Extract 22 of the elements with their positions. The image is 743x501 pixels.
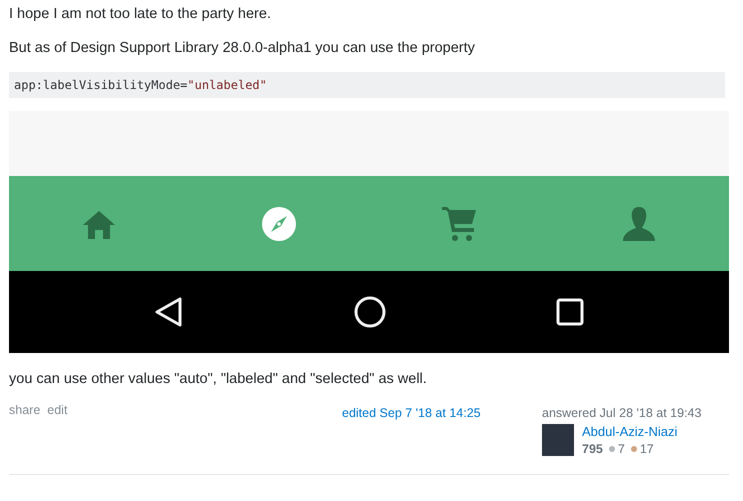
code-block: app:labelVisibilityMode="unlabeled"	[9, 72, 725, 98]
user-name-link[interactable]: Abdul-Aziz-Niazi	[582, 424, 678, 439]
answered-time: answered Jul 28 '18 at 19:43	[542, 406, 702, 420]
badge-count: 17	[640, 442, 654, 456]
back-triangle-icon[interactable]	[154, 296, 184, 328]
badge-dot-icon	[608, 446, 615, 452]
home-circle-icon[interactable]	[354, 296, 386, 328]
cart-icon[interactable]	[441, 206, 477, 242]
compass-icon[interactable]	[261, 206, 297, 242]
paragraph: But as of Design Support Library 28.0.0-alpha1 you can use the property	[9, 39, 476, 58]
person-icon[interactable]	[622, 206, 656, 242]
post-menu-link[interactable]: share	[9, 403, 40, 456]
recents-square-icon[interactable]	[556, 298, 584, 326]
paragraph: you can use other values "auto", "labeled" and "selected" as well.	[9, 370, 428, 389]
edited-link[interactable]: edited Sep 7 '18 at 14:25	[342, 406, 481, 420]
badge-count: 7	[618, 442, 625, 456]
avatar-placeholder	[542, 424, 574, 456]
paragraph: I hope I am not too late to the party here.	[9, 5, 272, 24]
home-icon[interactable]	[82, 208, 116, 238]
post-menu-link[interactable]: edit	[47, 403, 68, 456]
reputation-score: 795	[582, 442, 603, 456]
badge-dot-icon	[630, 446, 637, 452]
